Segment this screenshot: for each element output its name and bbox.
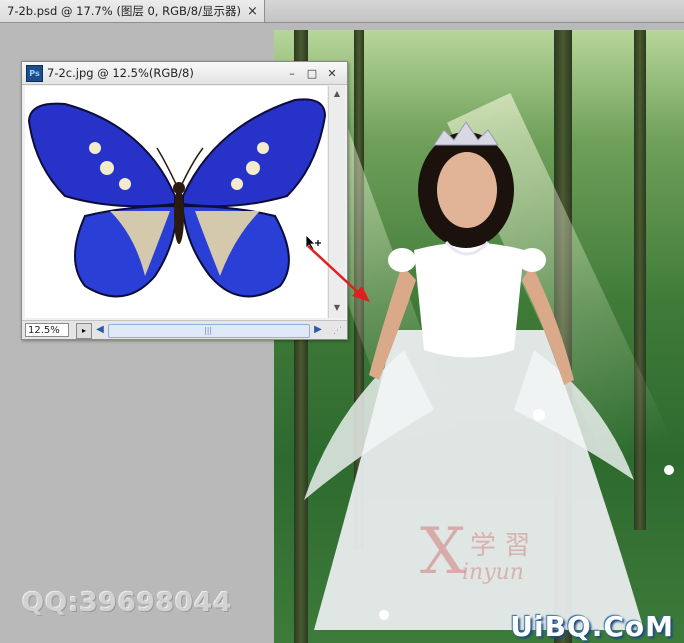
red-arrow-icon (307, 245, 370, 302)
zoom-level-field[interactable]: 12.5% (25, 323, 69, 337)
scroll-up-icon[interactable]: ▲ (331, 88, 343, 100)
window-title: 7-2c.jpg @ 12.5%(RGB/8) (47, 66, 194, 80)
watermark-logo-sub: inyun (462, 560, 524, 585)
watermark-logo-cn: 学 習 (470, 531, 531, 561)
watermark-site: UiBQ.CoM (510, 610, 674, 643)
minimize-icon[interactable]: – (284, 65, 300, 81)
document-tab-bar: 7-2b.psd @ 17.7% (图层 0, RGB/8/显示器) × (0, 0, 684, 23)
ps-icon: Ps (26, 65, 43, 82)
status-info-button[interactable]: ▸ (76, 323, 92, 339)
document-tab[interactable]: 7-2b.psd @ 17.7% (图层 0, RGB/8/显示器) × (0, 0, 265, 22)
butterfly-image (27, 98, 327, 298)
watermark-logo-letter: X (420, 515, 466, 589)
scroll-thumb-grip[interactable]: ||| (204, 326, 212, 335)
watermark-qq: QQ:39698044 (22, 588, 233, 618)
close-icon[interactable]: ✕ (324, 65, 340, 81)
maximize-icon[interactable]: □ (304, 65, 320, 81)
scroll-left-icon[interactable]: ◀ (94, 323, 106, 337)
resize-grip-icon[interactable]: ⋰ (333, 326, 345, 338)
document-tab-title: 7-2b.psd @ 17.7% (图层 0, RGB/8/显示器) (7, 4, 241, 18)
window-title-bar[interactable]: Ps 7-2c.jpg @ 12.5%(RGB/8) – □ ✕ (22, 62, 347, 85)
horizontal-scrollbar[interactable]: ||| (108, 324, 310, 338)
scroll-right-icon[interactable]: ▶ (312, 323, 324, 337)
butterfly-image-canvas[interactable] (25, 86, 327, 318)
floating-document-window[interactable]: Ps 7-2c.jpg @ 12.5%(RGB/8) – □ ✕ ▲ ▼ 12.… (21, 61, 348, 340)
window-status-bar: 12.5% ▸ ◀ ||| ▶ ⋰ (22, 320, 347, 339)
tab-close-icon[interactable]: × (247, 5, 258, 18)
